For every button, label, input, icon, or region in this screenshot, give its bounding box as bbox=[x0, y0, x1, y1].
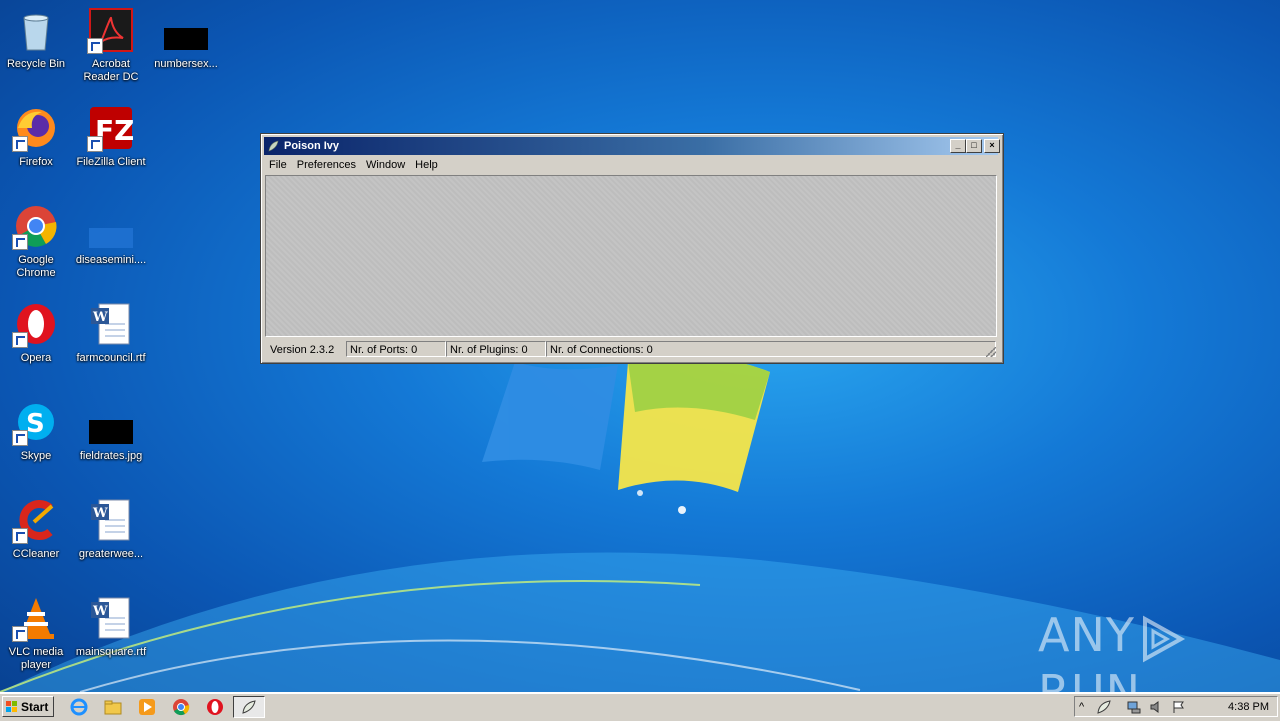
desktop-icon-skype[interactable]: S Skype bbox=[0, 400, 74, 463]
desktop-icon-label: diseasemini.... bbox=[75, 254, 147, 266]
status-version: Version 2.3.2 bbox=[270, 344, 335, 356]
minimize-icon: _ bbox=[955, 140, 961, 150]
chrome-icon[interactable] bbox=[172, 698, 190, 716]
menu-preferences[interactable]: Preferences bbox=[292, 156, 361, 174]
menu-bar: File Preferences Window Help bbox=[264, 156, 998, 174]
window-title: Poison Ivy bbox=[284, 140, 340, 152]
desktop-icon-label: VLC media player bbox=[8, 646, 64, 671]
desktop-icon-firefox[interactable]: Firefox bbox=[0, 106, 74, 169]
shortcut-arrow-icon bbox=[12, 332, 28, 348]
recycle-bin-icon bbox=[23, 14, 49, 51]
shortcut-arrow-icon bbox=[87, 38, 103, 54]
ivy-leaf-icon bbox=[268, 140, 279, 152]
shortcut-arrow-icon bbox=[12, 136, 28, 152]
close-button[interactable]: × bbox=[984, 139, 1000, 153]
start-label: Start bbox=[21, 700, 49, 714]
desktop-icon-diseasemini[interactable]: diseasemini.... bbox=[73, 204, 149, 267]
internet-explorer-icon[interactable] bbox=[70, 698, 88, 716]
menu-help[interactable]: Help bbox=[410, 156, 443, 174]
maximize-icon: □ bbox=[971, 140, 977, 150]
desktop-icon-label: Google Chrome bbox=[16, 254, 56, 279]
desktop-icon-mainsquare[interactable]: W mainsquare.rtf bbox=[73, 596, 149, 659]
desktop-icon-recycle-bin[interactable]: Recycle Bin bbox=[0, 8, 74, 71]
action-center-flag-icon[interactable] bbox=[1171, 700, 1185, 714]
mdi-client-area[interactable] bbox=[265, 175, 997, 337]
status-ports: Nr. of Ports: 0 bbox=[346, 341, 446, 357]
desktop-icon-label: Opera bbox=[20, 352, 52, 364]
svg-text:W: W bbox=[92, 506, 108, 521]
desktop-icon-label: Firefox bbox=[19, 156, 53, 168]
status-plugins: Nr. of Plugins: 0 bbox=[446, 341, 546, 357]
desktop-icon-label: Recycle Bin bbox=[6, 58, 66, 70]
ivy-leaf-icon[interactable] bbox=[1097, 700, 1111, 714]
svg-text:W: W bbox=[92, 604, 108, 619]
network-icon[interactable] bbox=[1127, 700, 1141, 714]
taskbar: Start ^ 4:38 PM bbox=[0, 692, 1280, 721]
word-document-icon: W bbox=[91, 597, 130, 639]
close-icon: × bbox=[989, 140, 995, 150]
opera-icon[interactable] bbox=[206, 698, 224, 716]
word-document-icon: W bbox=[91, 499, 130, 541]
svg-text:W: W bbox=[92, 310, 108, 325]
desktop-icon-greaterwee[interactable]: W greaterwee... bbox=[73, 498, 149, 561]
desktop-icon-opera[interactable]: Opera bbox=[0, 302, 74, 365]
shortcut-arrow-icon bbox=[12, 234, 28, 250]
desktop-icon-farmcouncil[interactable]: W farmcouncil.rtf bbox=[73, 302, 149, 365]
desktop-icon-label: Skype bbox=[20, 450, 52, 462]
desktop-icon-ccleaner[interactable]: CCleaner bbox=[0, 498, 74, 561]
file-explorer-icon[interactable] bbox=[104, 698, 122, 716]
desktop-icon-acrobat-reader[interactable]: Acrobat Reader DC bbox=[73, 8, 149, 84]
desktop-icon-label: CCleaner bbox=[12, 548, 60, 560]
maximize-button[interactable]: □ bbox=[966, 139, 982, 153]
watermark-text-left: ANY bbox=[1038, 608, 1135, 662]
resize-grip-icon[interactable] bbox=[986, 347, 996, 357]
ivy-leaf-icon bbox=[242, 700, 256, 714]
start-button[interactable]: Start bbox=[2, 696, 54, 717]
svg-text:S: S bbox=[26, 409, 45, 439]
desktop-icon-label: farmcouncil.rtf bbox=[76, 352, 146, 364]
file-thumbnail-icon bbox=[164, 28, 208, 50]
show-hidden-icons-icon[interactable]: ^ bbox=[1079, 700, 1093, 714]
desktop-icon-numbersex[interactable]: numbersex... bbox=[148, 8, 224, 71]
status-connections: Nr. of Connections: 0 bbox=[546, 341, 996, 357]
windows-flag-icon bbox=[6, 701, 17, 712]
desktop-icon-fieldrates[interactable]: fieldrates.jpg bbox=[73, 400, 149, 463]
image-thumbnail-icon bbox=[89, 420, 133, 444]
volume-icon[interactable] bbox=[1149, 700, 1163, 714]
desktop-icon-filezilla[interactable]: FZ FileZilla Client bbox=[73, 106, 149, 169]
desktop-icon-vlc[interactable]: VLC media player bbox=[0, 596, 74, 672]
desktop-icon-label: FileZilla Client bbox=[76, 156, 146, 168]
desktop-icon-label: numbersex... bbox=[154, 58, 218, 70]
shortcut-arrow-icon bbox=[12, 528, 28, 544]
word-document-icon: W bbox=[91, 303, 130, 345]
menu-window[interactable]: Window bbox=[361, 156, 410, 174]
shortcut-arrow-icon bbox=[12, 626, 28, 642]
desktop-icon-label: greaterwee... bbox=[78, 548, 144, 560]
status-bar: Version 2.3.2 Nr. of Ports: 0 Nr. of Plu… bbox=[264, 339, 998, 359]
window-titlebar[interactable]: Poison Ivy _ □ × bbox=[264, 137, 1000, 155]
file-thumbnail-icon bbox=[89, 228, 133, 248]
minimize-button[interactable]: _ bbox=[950, 139, 966, 153]
taskbar-clock[interactable]: 4:38 PM bbox=[1228, 697, 1269, 717]
desktop-icon-label: fieldrates.jpg bbox=[79, 450, 143, 462]
play-logo-icon bbox=[1142, 615, 1186, 662]
desktop-icon-google-chrome[interactable]: Google Chrome bbox=[0, 204, 74, 280]
shortcut-arrow-icon bbox=[87, 136, 103, 152]
poison-ivy-window[interactable]: Poison Ivy _ □ × File Preferences Window He… bbox=[260, 133, 1004, 364]
taskbar-item-poison-ivy[interactable] bbox=[233, 696, 265, 718]
desktop-icon-label: Acrobat Reader DC bbox=[83, 58, 139, 83]
system-tray: ^ 4:38 PM bbox=[1074, 696, 1278, 717]
shortcut-arrow-icon bbox=[12, 430, 28, 446]
media-player-icon[interactable] bbox=[138, 698, 156, 716]
desktop-icon-label: mainsquare.rtf bbox=[75, 646, 147, 658]
menu-file[interactable]: File bbox=[264, 156, 292, 174]
